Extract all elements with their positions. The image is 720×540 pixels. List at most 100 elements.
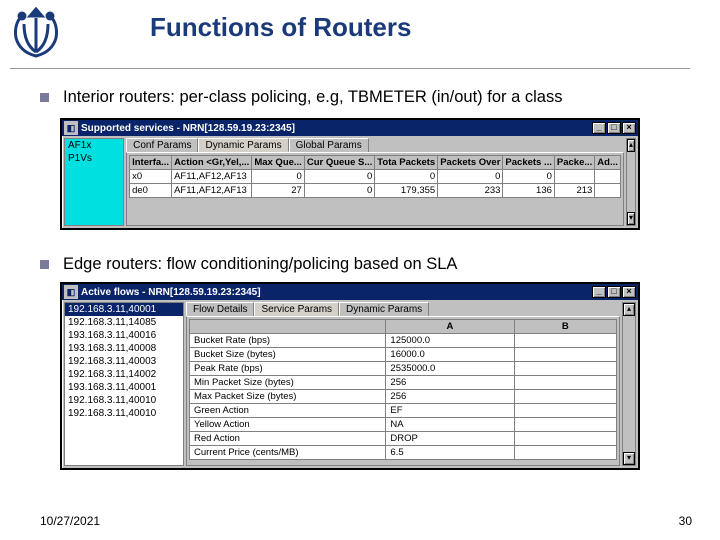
tab-dynamic-params-2[interactable]: Dynamic Params xyxy=(339,302,429,316)
titlebar-1[interactable]: ◧ Supported services - NRN[128.59.19.23:… xyxy=(62,120,638,136)
tab-service-params[interactable]: Service Params xyxy=(254,302,339,316)
scroll-up-icon[interactable]: ▴ xyxy=(627,139,635,152)
col-header[interactable] xyxy=(190,320,386,334)
cell: 0 xyxy=(304,170,374,184)
col-header[interactable]: Packets ... xyxy=(503,156,554,170)
tab-flow-details[interactable]: Flow Details xyxy=(186,302,254,316)
cell xyxy=(514,404,617,418)
col-header[interactable]: Ad... xyxy=(595,156,621,170)
cell: 125000.0 xyxy=(386,334,514,348)
list-item[interactable]: 193.168.3.11,40001 xyxy=(65,381,183,394)
cell: Green Action xyxy=(190,404,386,418)
cell xyxy=(514,418,617,432)
bullet-item-2: Edge routers: flow conditioning/policing… xyxy=(40,255,457,274)
titlebar-2[interactable]: ◧ Active flows - NRN[128.59.19.23:2345] … xyxy=(62,284,638,300)
bullet-icon xyxy=(40,260,49,269)
tabs-1: Conf Params Dynamic Params Global Params xyxy=(126,138,624,152)
list-item[interactable]: 192.168.3.11,40003 xyxy=(65,355,183,368)
col-header[interactable]: Tota Packets xyxy=(375,156,438,170)
cell: 27 xyxy=(252,184,305,198)
cell: 256 xyxy=(386,390,514,404)
close-button[interactable]: × xyxy=(622,122,636,134)
table-header-row: A B xyxy=(190,320,617,334)
dynamic-params-table: Interfa... Action <Gr,Yel,... Max Que...… xyxy=(129,155,621,198)
tab-dynamic-params[interactable]: Dynamic Params xyxy=(198,138,288,152)
cell: x0 xyxy=(130,170,172,184)
table-row[interactable]: Max Packet Size (bytes)256 xyxy=(190,390,617,404)
bullet-text-2: Edge routers: flow conditioning/policing… xyxy=(63,255,457,274)
cell xyxy=(595,184,621,198)
list-item[interactable]: 192.168.3.11,40010 xyxy=(65,407,183,420)
table-row[interactable]: Peak Rate (bps)2535000.0 xyxy=(190,362,617,376)
maximize-button[interactable]: □ xyxy=(607,286,621,298)
cell: 16000.0 xyxy=(386,348,514,362)
cell: Max Packet Size (bytes) xyxy=(190,390,386,404)
table-row[interactable]: Red ActionDROP xyxy=(190,432,617,446)
panel-dynamic-params: Interfa... Action <Gr,Yel,... Max Que...… xyxy=(126,152,624,226)
list-item[interactable]: 192.168.3.11,40010 xyxy=(65,394,183,407)
list-item[interactable]: 193.168.3.11,40016 xyxy=(65,329,183,342)
list-item[interactable]: 192.168.3.11,40001 xyxy=(65,303,183,316)
services-list[interactable]: AF1x P1Vs xyxy=(64,138,124,226)
col-header[interactable]: Cur Queue S... xyxy=(304,156,374,170)
table-header-row: Interfa... Action <Gr,Yel,... Max Que...… xyxy=(130,156,621,170)
tab-conf-params[interactable]: Conf Params xyxy=(126,138,198,152)
scroll-up-icon[interactable]: ▴ xyxy=(623,303,635,316)
list-item[interactable]: 192.168.3.11,14085 xyxy=(65,316,183,329)
bullet-text-1: Interior routers: per-class policing, e.… xyxy=(63,88,562,107)
cell: Yellow Action xyxy=(190,418,386,432)
cell: Red Action xyxy=(190,432,386,446)
list-item[interactable]: P1Vs xyxy=(65,152,123,165)
cell: 0 xyxy=(375,170,438,184)
col-header[interactable]: A xyxy=(386,320,514,334)
close-button[interactable]: × xyxy=(622,286,636,298)
cell: Min Packet Size (bytes) xyxy=(190,376,386,390)
cell: 233 xyxy=(438,184,503,198)
table-row[interactable]: Current Price (cents/MB)6.5 xyxy=(190,446,617,460)
cell xyxy=(514,348,617,362)
table-row[interactable]: Bucket Size (bytes)16000.0 xyxy=(190,348,617,362)
col-header[interactable]: Action <Gr,Yel,... xyxy=(172,156,252,170)
tab-global-params[interactable]: Global Params xyxy=(289,138,369,152)
scroll-down-icon[interactable]: ▾ xyxy=(627,212,635,225)
minimize-button[interactable]: _ xyxy=(592,122,606,134)
cell: Bucket Rate (bps) xyxy=(190,334,386,348)
table-row[interactable]: de0 AF11,AF12,AF13 27 0 179,355 233 136 … xyxy=(130,184,621,198)
list-item[interactable] xyxy=(65,165,123,167)
minimize-button[interactable]: _ xyxy=(592,286,606,298)
panel-service-params: A B Bucket Rate (bps)125000.0 Bucket Siz… xyxy=(186,316,620,466)
cell xyxy=(595,170,621,184)
scroll-down-icon[interactable]: ▾ xyxy=(623,452,635,465)
table-row[interactable]: Min Packet Size (bytes)256 xyxy=(190,376,617,390)
tabs-2: Flow Details Service Params Dynamic Para… xyxy=(186,302,620,316)
vertical-scrollbar[interactable]: ▴ ▾ xyxy=(622,302,636,466)
col-header[interactable]: B xyxy=(514,320,617,334)
cell xyxy=(514,376,617,390)
list-item[interactable]: 193.168.3.11,40008 xyxy=(65,342,183,355)
bullet-icon xyxy=(40,93,49,102)
cell xyxy=(514,446,617,460)
list-item[interactable]: AF1x xyxy=(65,139,123,152)
window-supported-services: ◧ Supported services - NRN[128.59.19.23:… xyxy=(60,118,640,230)
cell: 136 xyxy=(503,184,554,198)
cell: NA xyxy=(386,418,514,432)
table-row[interactable]: Bucket Rate (bps)125000.0 xyxy=(190,334,617,348)
table-row[interactable]: x0 AF11,AF12,AF13 0 0 0 0 0 xyxy=(130,170,621,184)
col-header[interactable]: Packets Over xyxy=(438,156,503,170)
cell: 0 xyxy=(503,170,554,184)
service-params-table: A B Bucket Rate (bps)125000.0 Bucket Siz… xyxy=(189,319,617,460)
app-icon: ◧ xyxy=(64,285,78,299)
col-header[interactable]: Packe... xyxy=(554,156,594,170)
horizontal-rule xyxy=(10,68,690,69)
cell: Bucket Size (bytes) xyxy=(190,348,386,362)
col-header[interactable]: Interfa... xyxy=(130,156,172,170)
col-header[interactable]: Max Que... xyxy=(252,156,305,170)
maximize-button[interactable]: □ xyxy=(607,122,621,134)
flows-list[interactable]: 192.168.3.11,40001 192.168.3.11,14085 19… xyxy=(64,302,184,466)
vertical-scrollbar[interactable]: ▴ ▾ xyxy=(626,138,636,226)
list-item[interactable]: 192.168.3.11,14002 xyxy=(65,368,183,381)
cell: 6.5 xyxy=(386,446,514,460)
cell xyxy=(514,390,617,404)
table-row[interactable]: Yellow ActionNA xyxy=(190,418,617,432)
table-row[interactable]: Green ActionEF xyxy=(190,404,617,418)
